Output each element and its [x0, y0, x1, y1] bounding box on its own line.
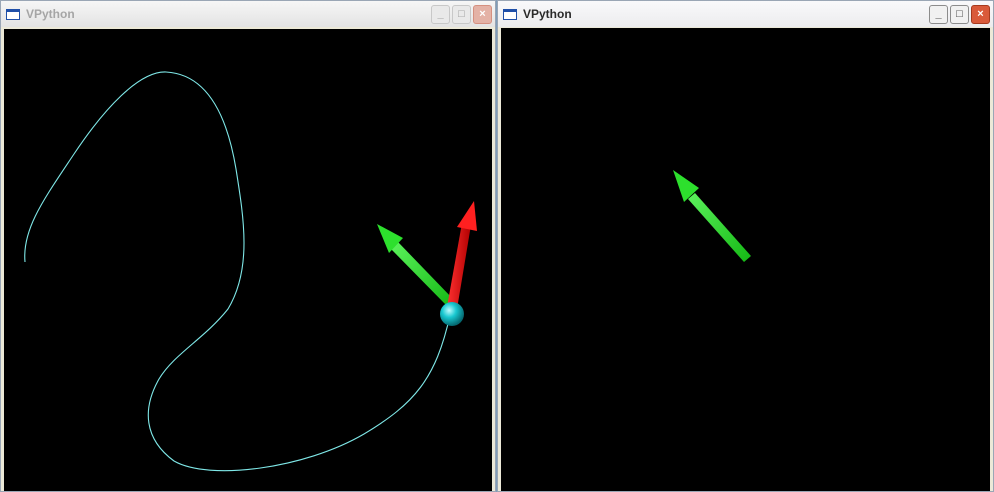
close-icon: ×	[977, 7, 984, 20]
window-controls: _ □ ×	[929, 4, 990, 24]
maximize-button[interactable]: □	[452, 4, 471, 24]
maximize-button[interactable]: □	[950, 4, 969, 24]
minimize-icon: _	[935, 7, 942, 20]
close-icon: ×	[479, 7, 486, 20]
green-arrow	[673, 170, 751, 262]
minimize-icon: _	[437, 7, 444, 20]
scene-svg	[24, 71, 477, 472]
maximize-icon: □	[956, 7, 963, 20]
trail-curve	[24, 71, 451, 472]
window-icon[interactable]	[503, 8, 517, 20]
scene-canvas[interactable]	[501, 28, 990, 491]
title-bar[interactable]: VPython _ □ ×	[498, 1, 993, 27]
scene-svg	[673, 170, 751, 262]
ball	[440, 302, 464, 326]
minimize-button[interactable]: _	[431, 4, 450, 24]
close-button[interactable]: ×	[473, 4, 492, 24]
window-icon[interactable]	[6, 8, 20, 20]
scene-canvas[interactable]	[4, 29, 492, 491]
close-button[interactable]: ×	[971, 4, 990, 24]
title-bar[interactable]: VPython _ □ ×	[1, 1, 495, 27]
red-arrow	[447, 201, 477, 309]
vpython-window-left[interactable]: VPython _ □ ×	[0, 0, 496, 492]
window-controls: _ □ ×	[431, 4, 492, 24]
minimize-button[interactable]: _	[929, 4, 948, 24]
green-arrow	[377, 224, 454, 306]
maximize-icon: □	[458, 7, 465, 20]
window-title: VPython	[523, 7, 572, 21]
window-title: VPython	[26, 7, 75, 21]
vpython-window-right[interactable]: VPython _ □ ×	[497, 0, 994, 492]
